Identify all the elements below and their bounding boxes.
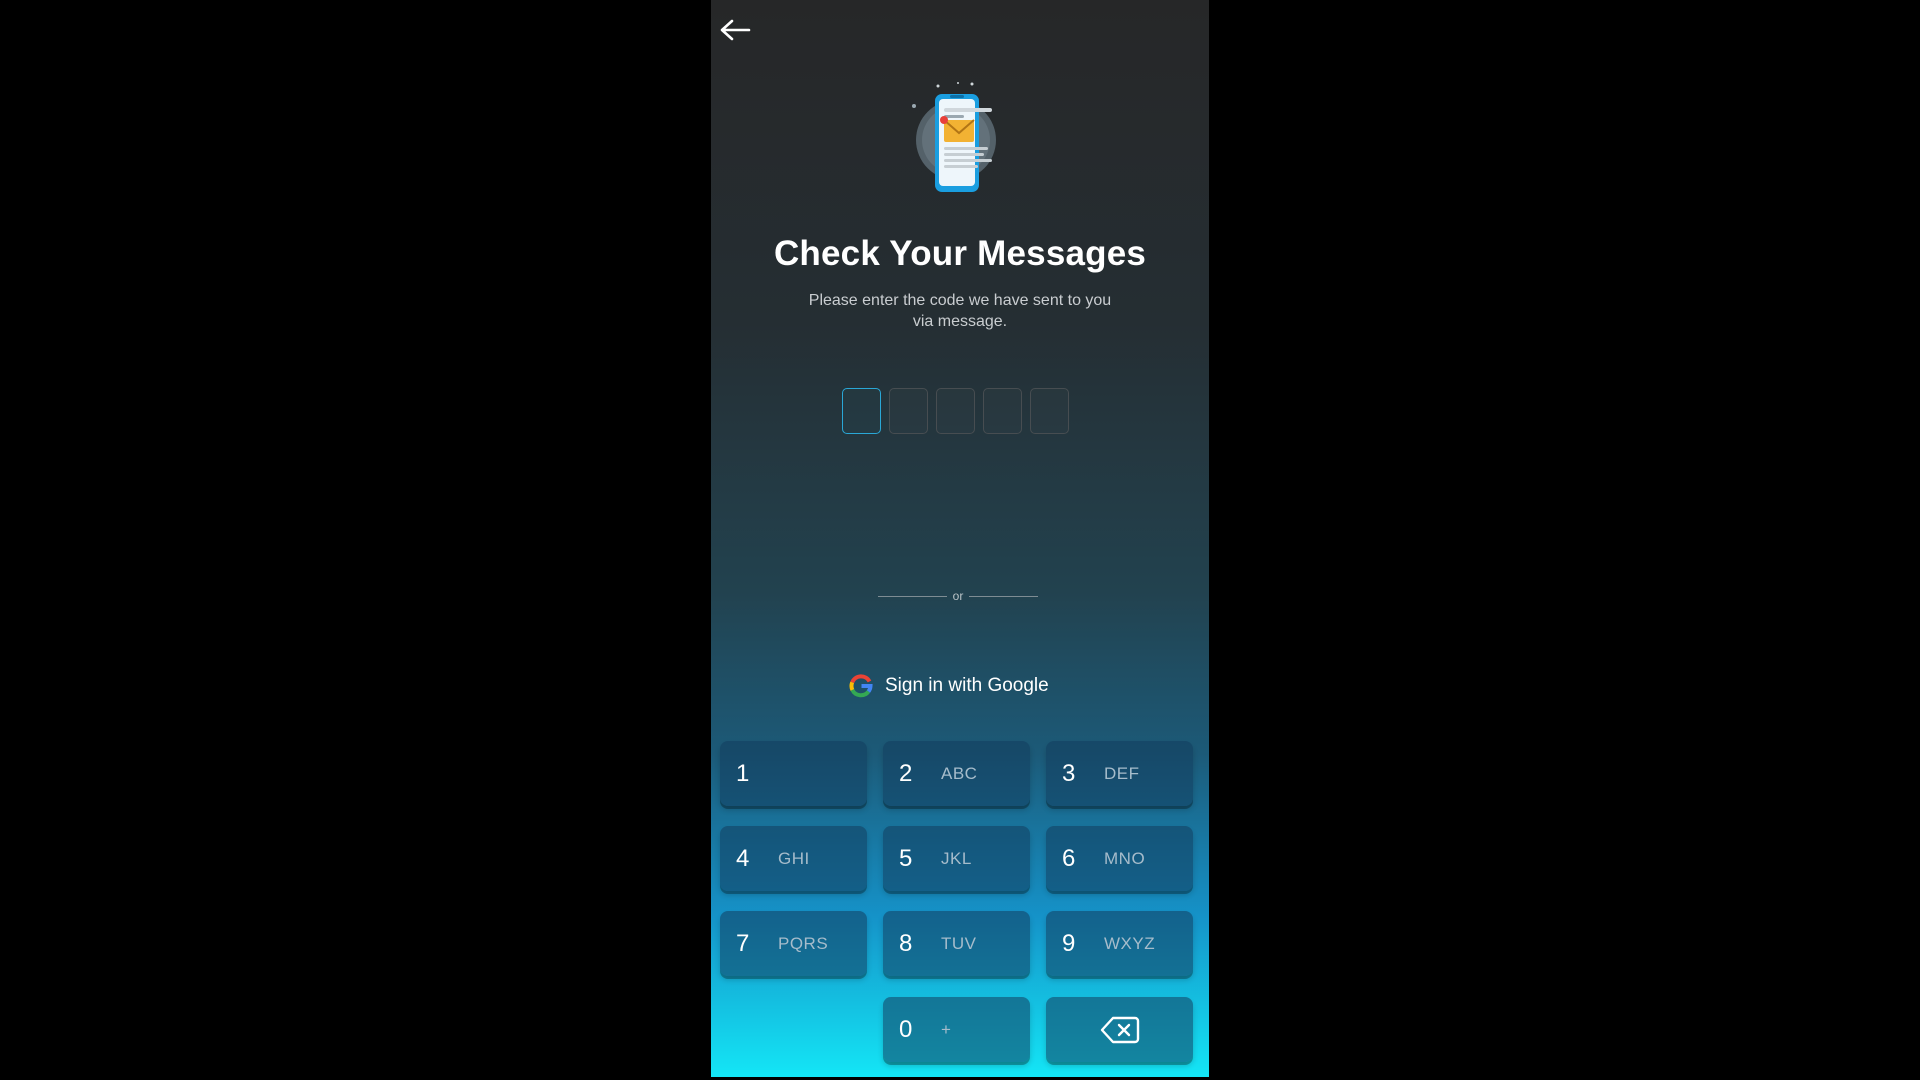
key-letters: ABC: [941, 763, 978, 783]
key-letters: WXYZ: [1104, 933, 1156, 953]
code-digit-3[interactable]: [936, 388, 975, 434]
key-number: 2: [899, 759, 913, 787]
google-signin-label: Sign in with Google: [885, 675, 1049, 696]
key-5[interactable]: 5 JKL: [883, 826, 1030, 891]
divider-label: or: [952, 589, 964, 603]
key-4[interactable]: 4 GHI: [720, 826, 867, 891]
key-letters: MNO: [1104, 848, 1146, 868]
key-3[interactable]: 3 DEF: [1046, 741, 1193, 806]
divider-line-right: [969, 595, 1039, 597]
key-number: 1: [736, 759, 750, 787]
arrow-left-icon: [720, 19, 751, 41]
key-7[interactable]: 7 PQRS: [720, 911, 867, 976]
code-digit-1[interactable]: [842, 388, 881, 434]
key-8[interactable]: 8 TUV: [883, 911, 1030, 976]
key-number: 7: [736, 929, 750, 957]
key-6[interactable]: 6 MNO: [1046, 826, 1193, 891]
google-g-icon: [849, 674, 873, 698]
page-subtitle: Please enter the code we have sent to yo…: [781, 290, 1139, 332]
key-9[interactable]: 9 WXYZ: [1046, 911, 1193, 976]
key-number: 4: [736, 844, 750, 872]
verification-code-input[interactable]: [842, 388, 1069, 434]
key-letters: DEF: [1104, 763, 1140, 783]
key-number: 6: [1062, 844, 1076, 872]
subtitle-line-1: Please enter the code we have sent to yo…: [808, 292, 1112, 309]
back-button[interactable]: [717, 14, 753, 46]
key-letters: TUV: [941, 933, 977, 953]
key-number: 5: [899, 844, 913, 872]
subtitle-line-2: via message.: [912, 313, 1008, 330]
or-divider: or: [878, 588, 1039, 604]
phone-screen: Check Your Messages Please enter the cod…: [711, 0, 1209, 1077]
key-number: 0: [899, 1015, 913, 1043]
key-number: 8: [899, 929, 913, 957]
backspace-icon: [1100, 1016, 1139, 1043]
key-2[interactable]: 2 ABC: [883, 741, 1030, 806]
backspace-key[interactable]: [1046, 997, 1193, 1062]
code-digit-2[interactable]: [889, 388, 928, 434]
key-0[interactable]: 0 +: [883, 997, 1030, 1062]
key-1[interactable]: 1: [720, 741, 867, 806]
key-number: 3: [1062, 759, 1076, 787]
key-letters: PQRS: [778, 933, 829, 953]
code-digit-4[interactable]: [983, 388, 1022, 434]
key-letters: +: [941, 1019, 952, 1039]
key-number: 9: [1062, 929, 1076, 957]
page-title: Check Your Messages: [773, 234, 1147, 273]
key-letters: GHI: [778, 848, 810, 868]
phone-message-illustration: [912, 82, 996, 192]
code-digit-5[interactable]: [1030, 388, 1069, 434]
google-signin-button[interactable]: Sign in with Google: [849, 674, 1049, 698]
divider-line-left: [878, 595, 947, 597]
key-letters: JKL: [941, 848, 972, 868]
